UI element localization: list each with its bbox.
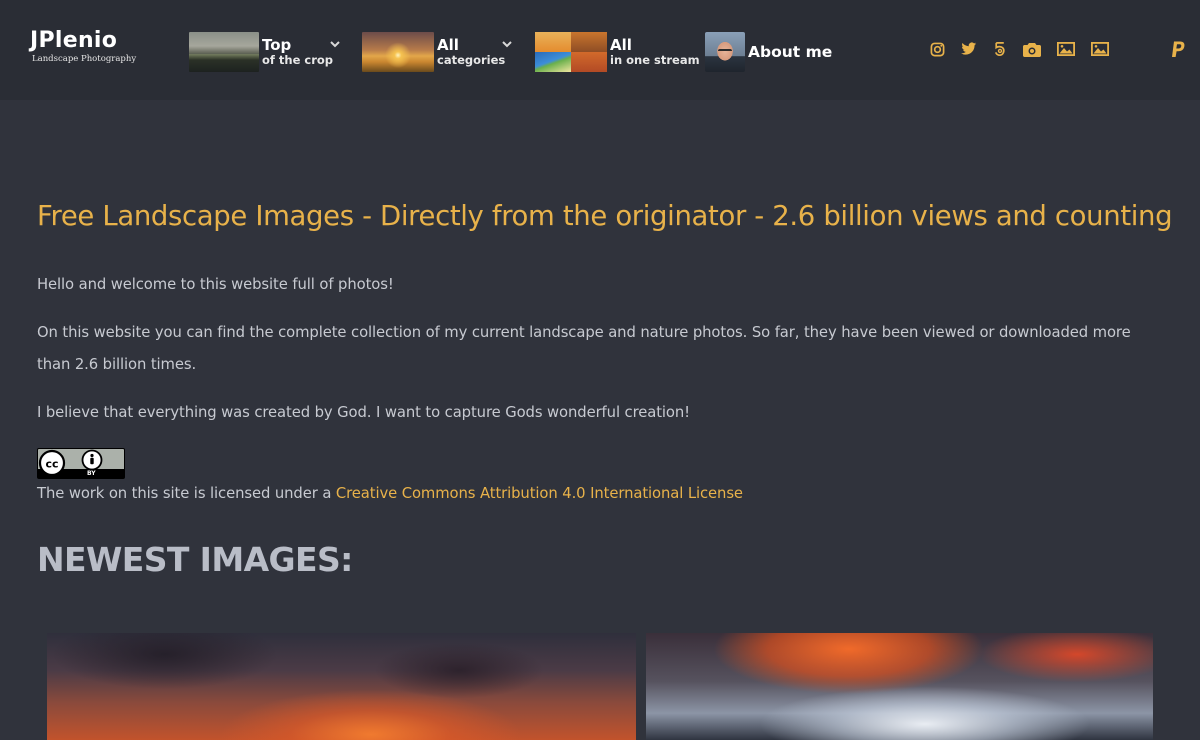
nav-top-of-the-crop[interactable]: Top of the crop	[189, 32, 333, 72]
twitter-icon[interactable]	[960, 40, 978, 58]
site-logo[interactable]: JPlenio Landscape Photography	[30, 28, 136, 64]
main-content: Free Landscape Images - Directly from th…	[37, 198, 1173, 579]
license-statement: The work on this site is licensed under …	[37, 478, 743, 510]
instagram-icon[interactable]	[928, 40, 946, 58]
chevron-down-icon[interactable]	[329, 35, 341, 48]
page-headline: Free Landscape Images - Directly from th…	[37, 200, 1173, 232]
license-link[interactable]: Creative Commons Attribution 4.0 Interna…	[336, 485, 743, 502]
nav-all-categories[interactable]: All categories	[362, 32, 505, 72]
newest-images-title: NEWEST IMAGES:	[37, 540, 353, 579]
nav-about-label: About me	[748, 43, 833, 61]
avatar	[705, 32, 745, 72]
collection-paragraph: On this website you can find the complet…	[37, 324, 1131, 373]
nav-top-label: Top	[262, 36, 292, 54]
nav-stream-label: All	[610, 36, 632, 54]
nav-stream-sublabel: in one stream	[610, 53, 700, 67]
license-text: The work on this site is licensed under …	[37, 485, 332, 502]
chevron-down-icon[interactable]	[501, 35, 513, 48]
gallery-image[interactable]	[646, 633, 1153, 740]
camera-icon[interactable]	[1023, 40, 1041, 58]
nav-categories-label: All	[437, 36, 459, 54]
image-icon[interactable]	[1057, 40, 1075, 58]
nav-thumbnail-categories	[362, 32, 434, 72]
cc-badge-body: cc BY	[38, 449, 124, 478]
paypal-icon[interactable]	[1169, 40, 1187, 58]
nav-categories-sublabel: categories	[437, 53, 506, 67]
nav-top-sublabel: of the crop	[262, 53, 334, 67]
cc-license-badge[interactable]: cc BY	[37, 448, 125, 479]
500px-icon[interactable]	[991, 40, 1009, 58]
gallery-image[interactable]	[47, 633, 636, 740]
nav-thumbnail-top	[189, 32, 259, 72]
image-icon[interactable]	[1091, 40, 1109, 58]
nav-about-me[interactable]: About me	[705, 32, 832, 72]
nav-thumbnail-stream	[535, 32, 607, 72]
belief-paragraph: I believe that everything was created by…	[37, 404, 690, 421]
logo-subtitle: Landscape Photography	[32, 54, 137, 64]
site-header: JPlenio Landscape Photography Top of the…	[0, 0, 1200, 100]
nav-all-in-one-stream[interactable]: All in one stream	[535, 32, 700, 72]
svg-text:cc: cc	[45, 458, 58, 471]
intro-paragraph: Hello and welcome to this website full o…	[37, 276, 394, 293]
logo-title: JPlenio	[30, 28, 118, 53]
cc-badge-by-label: BY	[87, 470, 96, 477]
